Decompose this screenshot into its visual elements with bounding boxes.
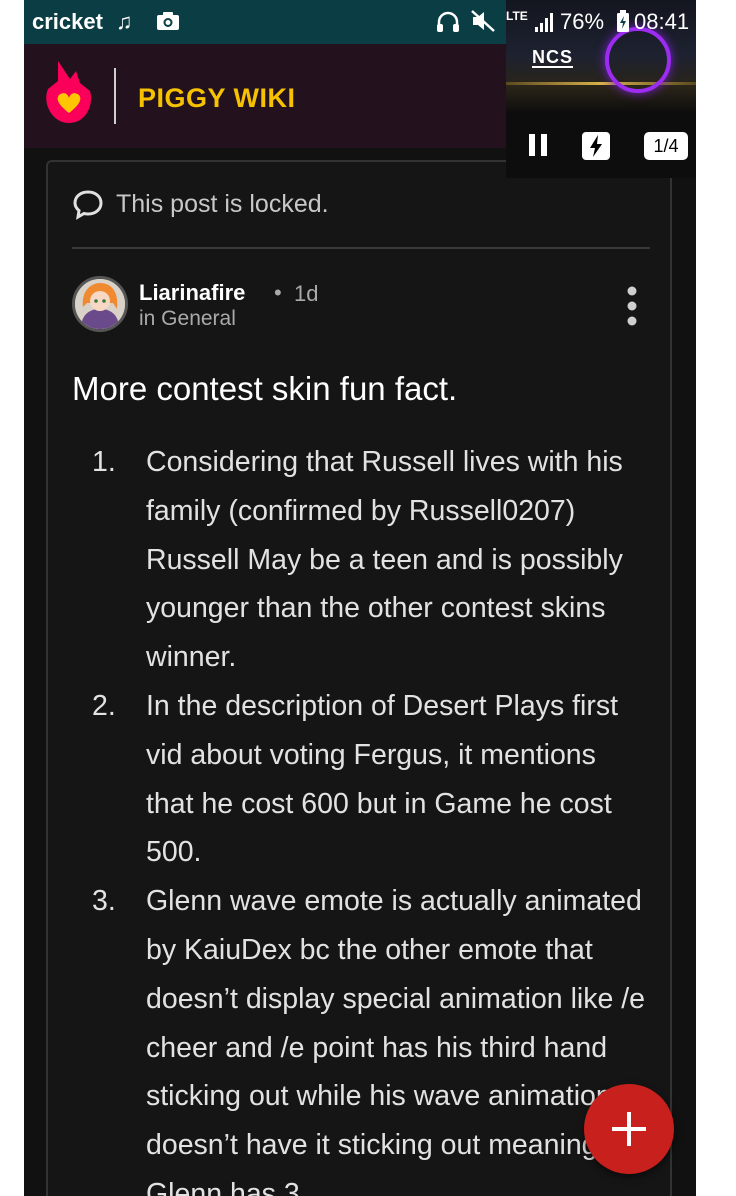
list-item-text: Glenn wave emote is actually animated by… bbox=[146, 885, 646, 1196]
post-age: 1d bbox=[294, 281, 319, 306]
chat-bubble-icon bbox=[73, 190, 103, 220]
mute-icon bbox=[471, 10, 495, 32]
author-name[interactable]: Liarinafire bbox=[139, 280, 245, 306]
logo-divider bbox=[114, 68, 116, 124]
lte-icon: LTE bbox=[506, 9, 528, 23]
post-body-list: 1. Considering that Russell lives with h… bbox=[48, 438, 648, 1196]
music-note-icon: ♫ bbox=[116, 9, 133, 34]
meta-separator: • bbox=[274, 280, 282, 305]
divider bbox=[72, 247, 650, 249]
more-vertical-icon[interactable] bbox=[624, 286, 640, 326]
headphones-icon bbox=[437, 11, 459, 32]
battery-icon bbox=[617, 10, 629, 32]
list-item: 1. Considering that Russell lives with h… bbox=[92, 438, 648, 682]
avatar-image bbox=[75, 279, 125, 329]
fandom-flame-logo[interactable] bbox=[44, 59, 94, 125]
pause-icon[interactable] bbox=[526, 132, 550, 158]
media-player-overlay[interactable]: NCS LTE 76% 08:41 1/4 bbox=[506, 0, 696, 178]
app-screen: cricket ♫ PIGGY WIKI This post is locked… bbox=[24, 0, 696, 1196]
locked-text: This post is locked. bbox=[116, 190, 329, 218]
post-category[interactable]: in General bbox=[139, 307, 236, 331]
list-item: 3. Glenn wave emote is actually animated… bbox=[92, 877, 648, 1196]
visualizer-ring bbox=[605, 27, 671, 93]
wiki-title[interactable]: PIGGY WIKI bbox=[138, 83, 296, 114]
list-item-text: Considering that Russell lives with his … bbox=[146, 446, 623, 674]
list-item-number: 1. bbox=[92, 446, 116, 478]
post-title: More contest skin fun fact. bbox=[72, 370, 458, 407]
list-item: 2. In the description of Desert Plays fi… bbox=[92, 682, 648, 877]
camera-icon bbox=[157, 12, 179, 30]
bolt-button[interactable] bbox=[582, 132, 610, 160]
artwork-horizon bbox=[506, 82, 696, 85]
page-counter[interactable]: 1/4 bbox=[644, 132, 688, 160]
battery-percent: 76% bbox=[560, 9, 605, 34]
author-avatar[interactable] bbox=[72, 276, 128, 332]
create-post-button[interactable] bbox=[584, 1084, 674, 1174]
plus-icon bbox=[612, 1112, 646, 1146]
post-card: This post is locked. Liarinafire • 1d in… bbox=[46, 160, 672, 1196]
ncs-logo: NCS bbox=[532, 47, 574, 68]
clock: 08:41 bbox=[634, 9, 690, 34]
list-item-number: 2. bbox=[92, 689, 116, 722]
signal-icon bbox=[535, 13, 553, 32]
bolt-icon bbox=[590, 135, 602, 157]
list-item-text: In the description of Desert Plays first… bbox=[146, 689, 619, 869]
carrier-label: cricket bbox=[32, 9, 103, 34]
list-item-number: 3. bbox=[92, 885, 116, 918]
